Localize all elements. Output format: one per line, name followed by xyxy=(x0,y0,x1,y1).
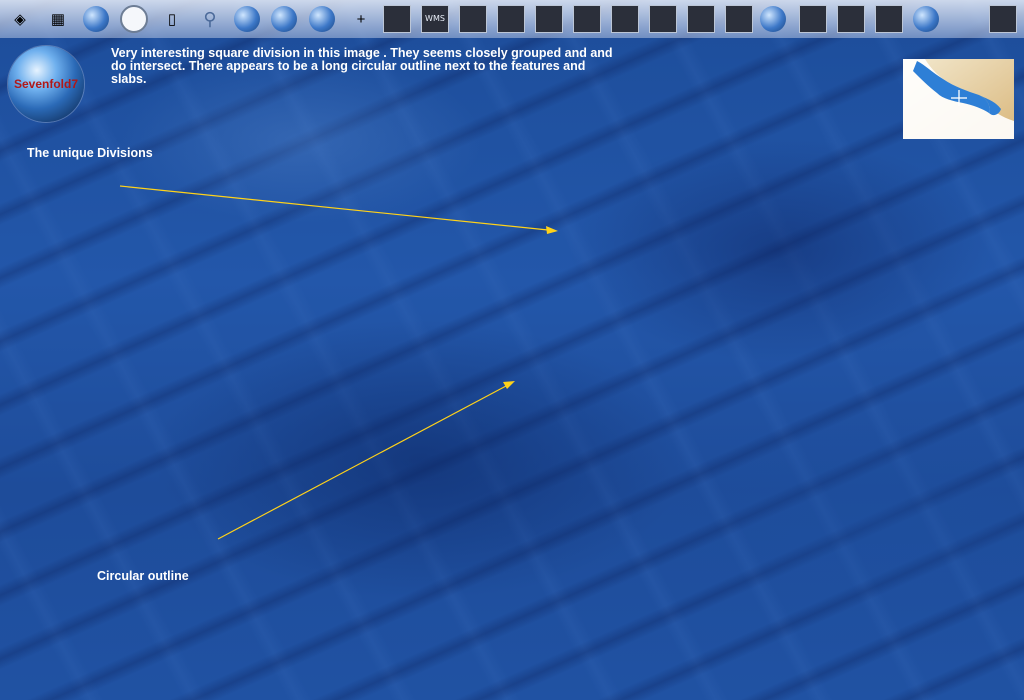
layers-button[interactable]: ◈ xyxy=(6,5,34,33)
earth-button[interactable] xyxy=(271,6,297,32)
satellite-tile-3-button[interactable] xyxy=(573,5,601,33)
satellite-tile-7-button[interactable] xyxy=(725,5,753,33)
landmarks-button[interactable] xyxy=(913,6,939,32)
clock-button[interactable] xyxy=(120,5,148,33)
add-satellite-button[interactable]: + xyxy=(347,5,375,33)
settings-tile-button[interactable] xyxy=(989,5,1017,33)
photo-collage-button[interactable] xyxy=(837,5,865,33)
globe-grid-button[interactable] xyxy=(83,6,109,32)
annotation-description: Very interesting square division in this… xyxy=(111,46,613,86)
satellite-tile-4-button[interactable] xyxy=(611,5,639,33)
satellite-tile-6-button[interactable] xyxy=(687,5,715,33)
map-tile-button[interactable] xyxy=(799,5,827,33)
minimap-graphic xyxy=(903,59,1014,139)
globe-3d-view[interactable] xyxy=(0,0,1024,700)
search-button[interactable]: ⚲ xyxy=(196,5,224,33)
heatmap-tile-button[interactable] xyxy=(459,5,487,33)
toolbar: ◈ ▦ ▯ ⚲ + WMS xyxy=(0,0,1024,38)
satellite-tile-5-button[interactable] xyxy=(649,5,677,33)
wms-tile-button[interactable]: WMS xyxy=(421,5,449,33)
document-icon: ▯ xyxy=(167,10,177,28)
add-satellite-icon: + xyxy=(356,10,366,28)
grid-icon: ▦ xyxy=(50,10,66,28)
divisions-label: The unique Divisions xyxy=(27,146,153,160)
layers-icon: ◈ xyxy=(14,10,26,28)
satellite-tile-2-button[interactable] xyxy=(535,5,563,33)
document-button[interactable]: ▯ xyxy=(158,5,186,33)
grid-button[interactable]: ▦ xyxy=(44,5,72,33)
sevenfold7-logo: Sevenfold7 xyxy=(8,46,84,122)
satellite-tile-1-button[interactable] xyxy=(497,5,525,33)
layer-tile-button[interactable] xyxy=(383,5,411,33)
flags-button[interactable] xyxy=(875,5,903,33)
wms-tile-icon: WMS xyxy=(425,14,445,23)
logo-text: Sevenfold7 xyxy=(13,77,79,91)
overview-minimap[interactable] xyxy=(903,59,1014,139)
circular-outline-label: Circular outline xyxy=(97,569,189,583)
search-icon: ⚲ xyxy=(203,9,217,29)
usa-map-button[interactable] xyxy=(951,5,979,33)
blue-globe-button[interactable] xyxy=(760,6,786,32)
globe-button[interactable] xyxy=(234,6,260,32)
globe-pin-button[interactable] xyxy=(309,6,335,32)
